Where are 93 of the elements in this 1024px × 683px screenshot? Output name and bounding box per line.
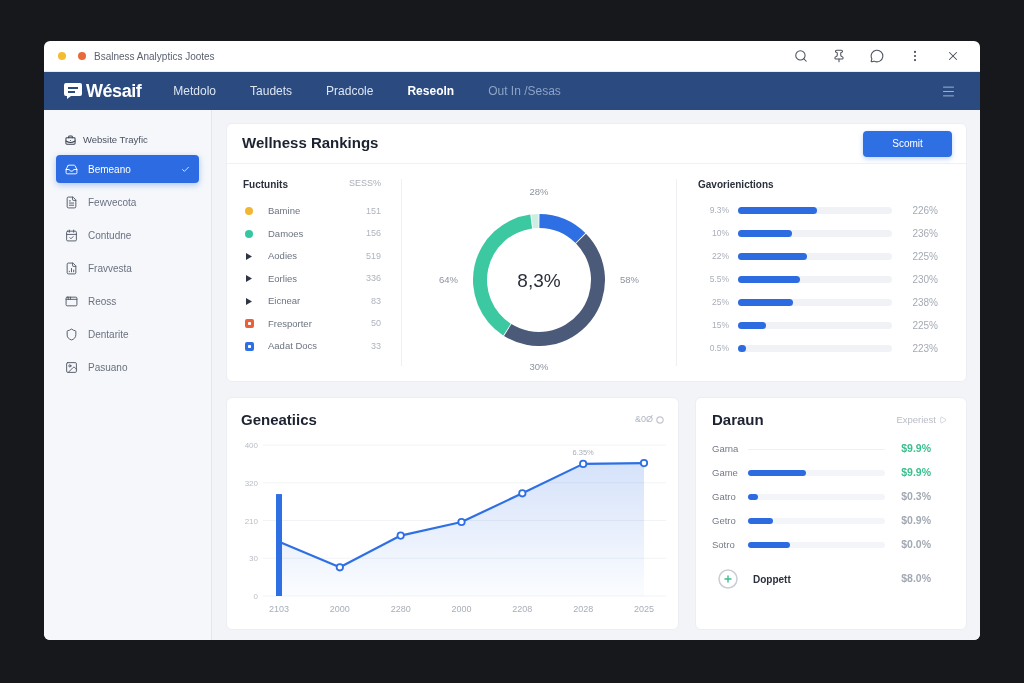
axis-label: 2280 bbox=[390, 604, 411, 614]
axis-label: 210 bbox=[244, 516, 258, 526]
bar-value: 223% bbox=[912, 341, 938, 356]
bar-label: 25% bbox=[711, 295, 729, 309]
row-value: $9.9% bbox=[901, 465, 931, 481]
legend-value: 151 bbox=[365, 204, 381, 218]
legend-value: 83 bbox=[371, 294, 381, 308]
row-label: Getro bbox=[712, 513, 737, 528]
axis-label: 2000 bbox=[329, 604, 350, 614]
row-value: $9.9% bbox=[901, 441, 931, 457]
donut-center-value: 8,3% bbox=[517, 269, 561, 291]
document-icon bbox=[65, 195, 78, 209]
menu-icon[interactable] bbox=[941, 83, 956, 99]
logo-text: Wésaif bbox=[86, 79, 142, 103]
nav-tab[interactable]: Taudets bbox=[250, 82, 293, 100]
calendar-icon bbox=[65, 228, 78, 242]
chart-document-icon bbox=[65, 261, 78, 275]
donut-label: 58% bbox=[620, 273, 639, 286]
bar-label: 0.5% bbox=[708, 341, 729, 355]
sidebar-item[interactable]: Reoss bbox=[56, 287, 199, 315]
chat-icon[interactable] bbox=[870, 49, 884, 63]
bar-label: 15% bbox=[711, 318, 729, 332]
sidebar-item[interactable]: Contudne bbox=[56, 221, 199, 249]
row-label: Garna bbox=[712, 441, 740, 456]
legend-value: 336 bbox=[365, 272, 381, 285]
card-title: Geneatiics bbox=[241, 409, 317, 430]
legend-value: 50 bbox=[371, 317, 381, 330]
briefcase-icon bbox=[65, 134, 76, 146]
sidebar-item[interactable]: Dentarite bbox=[56, 320, 199, 348]
row-label: Gatro bbox=[712, 489, 737, 504]
logo-icon bbox=[64, 83, 82, 99]
bar-value: 236% bbox=[912, 226, 938, 241]
axis-label: 400 bbox=[244, 441, 258, 450]
row-value: $0.3% bbox=[901, 489, 931, 505]
legend-value: 33 bbox=[371, 339, 381, 353]
check-icon bbox=[181, 164, 190, 174]
legend-value: 519 bbox=[365, 249, 381, 263]
row-value: $0.0% bbox=[901, 537, 931, 553]
legend-value: 156 bbox=[365, 227, 381, 240]
shield-icon bbox=[65, 327, 78, 341]
search-icon[interactable] bbox=[794, 49, 808, 63]
image-icon bbox=[65, 360, 78, 374]
submit-button[interactable]: Scomit bbox=[863, 130, 952, 157]
close-icon[interactable] bbox=[946, 49, 960, 63]
summary-label: Doppett bbox=[753, 572, 791, 587]
row-label: Game bbox=[712, 465, 739, 480]
axis-label: 2208 bbox=[512, 604, 533, 614]
row-label: Sotro bbox=[712, 537, 736, 552]
legend-label: Bamine bbox=[268, 204, 301, 219]
bar-label: 5.5% bbox=[708, 272, 729, 286]
bar-label: 22% bbox=[711, 249, 729, 263]
bars-header: Gavorienictions bbox=[698, 177, 774, 192]
axis-label: 2025 bbox=[634, 604, 654, 614]
sidebar-item[interactable]: Pasuano bbox=[56, 353, 199, 381]
window-icon bbox=[65, 294, 78, 308]
play-icon bbox=[939, 416, 947, 424]
bar-label: 9.3% bbox=[708, 203, 729, 217]
circle-icon bbox=[656, 416, 664, 424]
bar-value: 225% bbox=[912, 249, 938, 264]
legend-label: Fresporter bbox=[268, 316, 312, 331]
legend-header-value: SESS% bbox=[349, 177, 381, 191]
row-value: $8.0% bbox=[901, 571, 931, 587]
nav-tab[interactable]: Reseoln bbox=[407, 82, 455, 100]
sidebar-item[interactable]: Fewvecota bbox=[56, 188, 199, 216]
axis-label: 2028 bbox=[573, 604, 594, 614]
axis-label: 2103 bbox=[269, 604, 289, 614]
window-title: Bsalness Analyptics Jootes bbox=[94, 49, 215, 64]
sidebar-heading: Website Trayfic bbox=[83, 132, 148, 147]
bar-label: 10% bbox=[711, 226, 729, 240]
sidebar-item[interactable]: Fravvesta bbox=[56, 254, 199, 282]
pin-icon[interactable] bbox=[832, 49, 846, 63]
bar-value: 230% bbox=[912, 272, 938, 287]
row-value: $0.9% bbox=[901, 513, 931, 529]
sidebar-item[interactable]: Bemeano bbox=[56, 155, 199, 183]
plus-circle-icon bbox=[718, 569, 738, 589]
legend-label: Eicnear bbox=[268, 294, 301, 309]
bar-value: 238% bbox=[912, 295, 938, 310]
donut-label: 30% bbox=[529, 360, 549, 373]
bar-value: 226% bbox=[912, 203, 938, 218]
legend-label: Aadat Docs bbox=[268, 339, 318, 354]
nav-tab[interactable]: Metdolo bbox=[173, 82, 217, 100]
axis-label: 2000 bbox=[451, 604, 472, 614]
inbox-icon bbox=[65, 162, 78, 176]
legend-header: Fuctunits bbox=[243, 177, 288, 192]
bar-value: 225% bbox=[912, 318, 938, 333]
legend-label: Damoes bbox=[268, 226, 304, 241]
card-title: Wellness Rankings bbox=[242, 133, 379, 154]
donut-label: 28% bbox=[529, 186, 549, 199]
nav-tab[interactable]: Pradcole bbox=[326, 82, 374, 100]
legend-label: Eorlies bbox=[268, 271, 298, 286]
legend-label: Aodies bbox=[268, 249, 298, 264]
card-title: Daraun bbox=[712, 409, 764, 430]
donut-label: 64% bbox=[439, 273, 458, 286]
